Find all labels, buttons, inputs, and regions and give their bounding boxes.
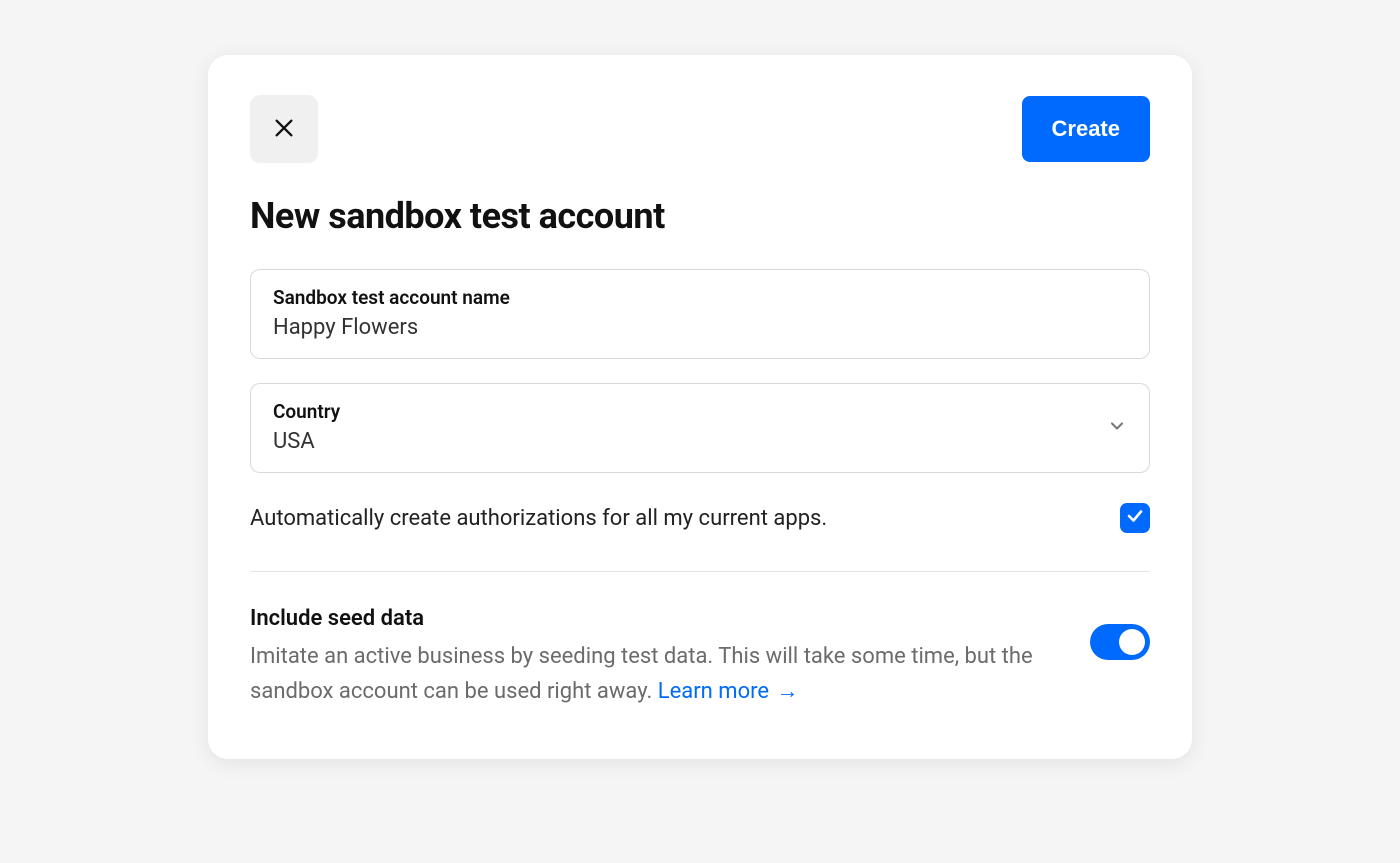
account-name-input[interactable]	[273, 315, 1127, 340]
seed-data-description: Imitate an active business by seeding te…	[250, 639, 1050, 709]
authorizations-checkbox[interactable]	[1120, 503, 1150, 533]
modal-header: Create	[250, 95, 1150, 163]
chevron-down-icon	[1107, 416, 1127, 440]
authorizations-text: Automatically create authorizations for …	[250, 506, 827, 531]
check-icon	[1126, 507, 1144, 529]
close-button[interactable]	[250, 95, 318, 163]
account-name-field[interactable]: Sandbox test account name	[250, 269, 1150, 359]
account-name-label: Sandbox test account name	[273, 286, 1127, 309]
seed-data-title: Include seed data	[250, 606, 1050, 631]
authorizations-row: Automatically create authorizations for …	[250, 503, 1150, 533]
toggle-knob	[1119, 629, 1145, 655]
seed-data-toggle[interactable]	[1090, 624, 1150, 660]
country-field[interactable]: Country USA	[250, 383, 1150, 473]
new-sandbox-modal: Create New sandbox test account Sandbox …	[208, 55, 1192, 759]
close-icon	[273, 117, 295, 142]
seed-data-row: Include seed data Imitate an active busi…	[250, 606, 1150, 709]
divider	[250, 571, 1150, 572]
country-label: Country	[273, 400, 1127, 423]
create-button[interactable]: Create	[1022, 96, 1150, 162]
arrow-right-icon: →	[777, 679, 799, 704]
page-title: New sandbox test account	[250, 195, 1150, 237]
learn-more-link[interactable]: Learn more →	[658, 679, 799, 704]
country-value: USA	[273, 429, 315, 454]
